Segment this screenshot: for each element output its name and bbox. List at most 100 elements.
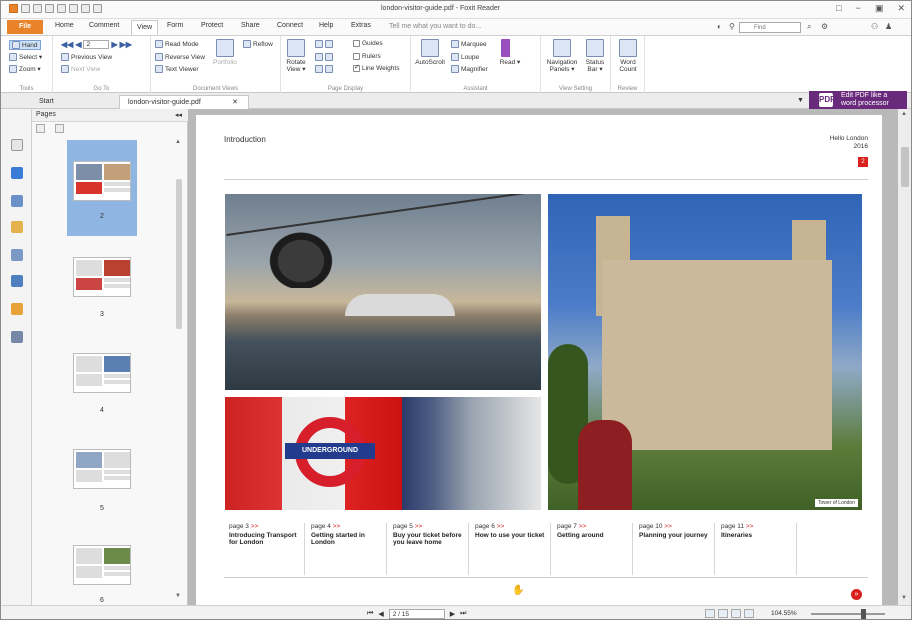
user-icon[interactable]: ♟ (885, 22, 892, 31)
hand-button[interactable]: Hand (9, 40, 41, 50)
page-number-input[interactable]: 2 (83, 40, 110, 49)
tell-me-box[interactable]: Tell me what you want to do... (389, 23, 481, 30)
edit-pdf-promo[interactable]: PDF Edit PDF like a word processor (809, 91, 907, 109)
last-page-icon[interactable]: ⏭ (460, 610, 466, 618)
zoom-level[interactable]: 104.55% (771, 610, 797, 617)
reflow-button[interactable]: Reflow (243, 40, 273, 48)
split-button[interactable] (315, 65, 333, 73)
word-count-button[interactable]: Word Count (617, 39, 639, 73)
save-icon[interactable] (57, 4, 66, 13)
settings-icon[interactable]: ⚙ (821, 22, 828, 31)
next-page-button[interactable]: ▶ (111, 40, 117, 49)
page-thumbnail[interactable] (73, 353, 131, 393)
marquee-button[interactable]: Marquee (451, 40, 487, 48)
minimize-icon[interactable]: − (856, 3, 861, 14)
thumbnail-zoom-in-icon[interactable] (55, 124, 64, 133)
last-page-button[interactable]: ▶▶ (120, 40, 132, 49)
facing-view-icon[interactable] (731, 609, 741, 618)
customize-icon[interactable] (93, 4, 102, 13)
continuous-view-icon[interactable] (718, 609, 728, 618)
page-link[interactable]: page 10 >> Planning your journey (635, 523, 715, 575)
attachments-icon[interactable] (11, 249, 23, 261)
tab-form[interactable]: Form (167, 22, 183, 29)
magnifier-button[interactable]: Magnifier (451, 65, 488, 73)
tab-share[interactable]: Share (241, 22, 260, 29)
tab-list-dropdown-icon[interactable]: ▼ (797, 97, 804, 104)
scroll-up-icon[interactable]: ▲ (901, 111, 907, 117)
skin-icon[interactable]: ◐ (717, 22, 722, 31)
select-button[interactable]: Select ▾ (9, 53, 42, 61)
rotate-view-button[interactable]: Rotate View ▾ (285, 39, 307, 73)
collapse-panel-icon[interactable]: ◂◂ (175, 111, 182, 119)
rulers-checkbox[interactable]: Rulers (353, 53, 381, 60)
text-viewer-button[interactable]: Text Viewer (155, 65, 198, 73)
search-options-icon[interactable]: ⚲ (729, 22, 735, 31)
open-icon[interactable] (33, 4, 42, 13)
tab-help[interactable]: Help (319, 22, 333, 29)
read-mode-button[interactable]: Read Mode (155, 40, 199, 48)
tab-view[interactable]: View (131, 20, 159, 35)
page-link[interactable]: page 4 >> Getting started in London (307, 523, 387, 575)
page-link[interactable]: page 5 >> Buy your ticket before you lea… (389, 523, 469, 575)
tab-extras[interactable]: Extras (351, 22, 371, 29)
pages-panel-scrollbar[interactable]: ▲ ▼ (175, 139, 183, 599)
zoom-button[interactable]: Zoom ▾ (9, 65, 41, 73)
reverse-view-button[interactable]: Reverse View (155, 53, 205, 61)
signatures-icon[interactable] (11, 331, 23, 343)
close-tab-icon[interactable]: ✕ (232, 96, 238, 109)
loupe-button[interactable]: Loupe (451, 53, 479, 61)
search-icon[interactable]: ⌕ (807, 22, 811, 32)
page-link[interactable]: page 7 >> Getting around (553, 523, 633, 575)
print-icon[interactable] (45, 4, 54, 13)
zoom-slider[interactable] (811, 613, 885, 615)
restore-ribbon-icon[interactable]: □ (836, 3, 841, 14)
bookmarks-icon[interactable] (11, 139, 23, 151)
single-page-button[interactable] (315, 40, 333, 48)
read-button[interactable]: Read ▾ (499, 39, 521, 66)
layers-icon[interactable] (11, 221, 23, 233)
page-thumbnail[interactable] (73, 449, 131, 489)
document-scrollbar[interactable]: ▲ ▼ (898, 109, 911, 605)
page-link[interactable]: page 11 >> Itineraries (717, 523, 797, 575)
tab-file[interactable]: File (7, 20, 43, 34)
comments-icon[interactable] (11, 195, 23, 207)
lock-icon[interactable] (11, 303, 23, 315)
redo-icon[interactable] (81, 4, 90, 13)
new-icon[interactable] (21, 4, 30, 13)
prev-page-button[interactable]: ◀ (75, 40, 81, 49)
status-page-input[interactable]: 2 / 15 (388, 609, 445, 619)
thumbnail-zoom-out-icon[interactable] (36, 124, 45, 133)
portfolio-button[interactable]: Portfolio (213, 39, 237, 66)
undo-icon[interactable] (69, 4, 78, 13)
guides-checkbox[interactable]: Guides (353, 40, 383, 47)
first-page-icon[interactable]: ⏮ (367, 610, 373, 618)
tab-document[interactable]: london-visitor-guide.pdf ✕ (119, 95, 249, 109)
facing-button[interactable] (315, 53, 333, 61)
first-page-button[interactable]: ◀◀ (61, 40, 73, 49)
next-view-button[interactable]: Next View (61, 65, 100, 73)
tab-comment[interactable]: Comment (89, 22, 119, 29)
continuous-facing-view-icon[interactable] (744, 609, 754, 618)
tab-protect[interactable]: Protect (201, 22, 223, 29)
account-icon[interactable]: ⚇ (871, 22, 878, 31)
page-link[interactable]: page 3 >> Introducing Transport for Lond… (225, 523, 305, 575)
document-scroll-thumb[interactable] (901, 147, 909, 187)
pages-scroll-thumb[interactable] (176, 179, 182, 329)
pages-icon[interactable] (11, 167, 23, 179)
page-link[interactable]: page 6 >> How to use your ticket (471, 523, 551, 575)
zoom-slider-handle[interactable] (861, 609, 866, 619)
app-icon[interactable] (9, 4, 18, 13)
single-page-view-icon[interactable] (705, 609, 715, 618)
page-thumbnail[interactable] (73, 161, 131, 201)
autoscroll-button[interactable]: AutoScroll (415, 39, 445, 66)
tab-connect[interactable]: Connect (277, 22, 303, 29)
close-icon[interactable]: ✕ (897, 3, 905, 14)
previous-view-button[interactable]: Previous View (61, 53, 112, 61)
document-view[interactable]: Introduction Hello London 2016 2 Tower o… (188, 109, 898, 609)
line-weights-checkbox[interactable]: Line Weights (353, 63, 399, 72)
scroll-up-icon[interactable]: ▲ (175, 139, 181, 145)
next-page-circle-icon[interactable]: » (851, 589, 862, 600)
next-page-icon[interactable]: ▶ (450, 610, 455, 618)
tab-home[interactable]: Home (55, 22, 74, 29)
navigation-panels-button[interactable]: Navigation Panels ▾ (545, 39, 579, 73)
